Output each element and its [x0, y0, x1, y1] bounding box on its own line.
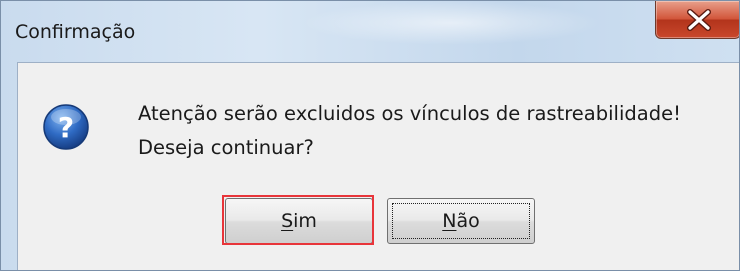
dialog-title: Confirmação — [15, 21, 136, 43]
message-line-1: Atenção serão excluidos os vínculos de r… — [138, 102, 681, 125]
svg-text:?: ? — [58, 111, 74, 144]
dialog-message: Atenção serão excluidos os vínculos de r… — [138, 97, 681, 165]
close-button[interactable] — [655, 1, 739, 39]
question-icon: ? — [43, 104, 89, 150]
close-icon — [687, 9, 711, 31]
no-button[interactable]: Não — [387, 198, 535, 244]
dialog-body — [17, 62, 739, 270]
no-mnemonic: N — [442, 210, 457, 232]
message-line-2: Deseja continuar? — [138, 136, 314, 159]
confirmation-dialog: Confirmação ? Atenção serão excluidos os… — [0, 0, 740, 271]
highlight-box — [222, 195, 374, 245]
no-label-rest: ão — [456, 210, 480, 232]
title-bar: Confirmação — [1, 1, 739, 45]
